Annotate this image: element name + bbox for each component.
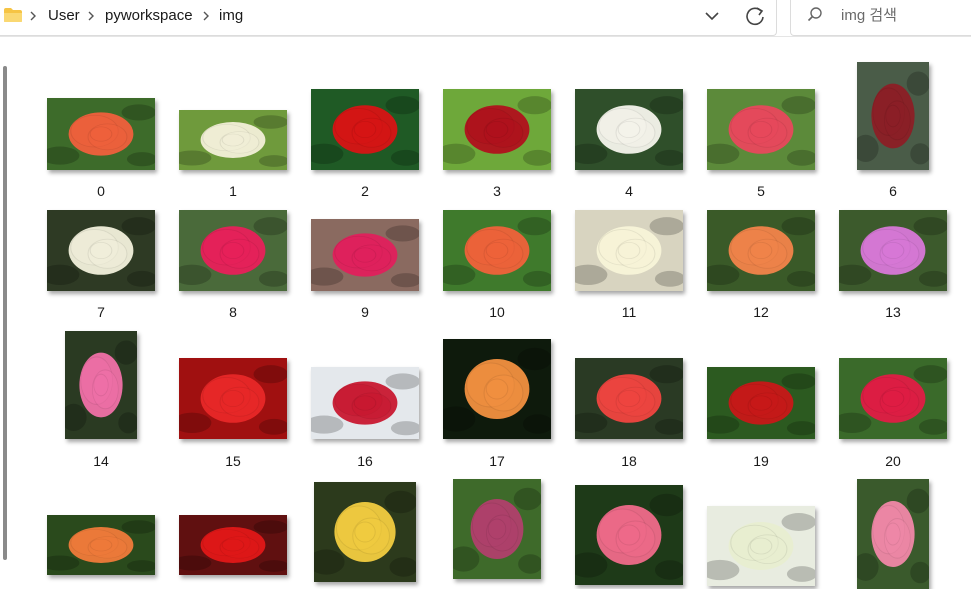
file-name-label: 13 [885,304,901,320]
rose-photo [857,479,929,589]
image-thumbnail[interactable] [575,210,683,291]
file-name-label: 18 [621,453,637,469]
file-name-label: 14 [93,453,109,469]
image-thumbnail[interactable] [47,210,155,291]
rose-photo [179,210,287,291]
rose-photo [311,89,419,170]
image-thumbnail[interactable] [179,358,287,439]
file-name-label: 5 [757,183,765,199]
file-name-label: 4 [625,183,633,199]
rose-photo [65,331,137,439]
rose-photo [707,367,815,439]
image-thumbnail[interactable] [311,89,419,170]
image-thumbnail[interactable] [839,358,947,439]
rose-photo [839,358,947,439]
rose-photo [47,210,155,291]
image-thumbnail[interactable] [453,479,541,579]
chevron-down-icon[interactable] [700,3,724,29]
rose-photo [311,219,419,291]
rose-photo [453,479,541,579]
rose-photo [179,110,287,170]
file-name-label: 2 [361,183,369,199]
image-thumbnail[interactable] [857,479,929,589]
image-thumbnail[interactable] [47,515,155,575]
chevron-right-icon[interactable] [85,7,97,25]
file-name-label: 1 [229,183,237,199]
file-name-label: 9 [361,304,369,320]
rose-photo [707,506,815,586]
breadcrumb-user[interactable]: User [48,6,80,26]
rose-photo [839,210,947,291]
image-thumbnail[interactable] [443,89,551,170]
image-thumbnail[interactable] [443,339,551,439]
image-thumbnail[interactable] [575,358,683,439]
address-toolbar: User pyworkspace img img 검색 [0,0,971,37]
image-thumbnail[interactable] [314,482,416,582]
file-name-label: 15 [225,453,241,469]
image-thumbnail[interactable] [575,89,683,170]
file-name-label: 17 [489,453,505,469]
image-thumbnail[interactable] [857,62,929,170]
image-thumbnail[interactable] [707,210,815,291]
rose-photo [575,485,683,585]
breadcrumb-img[interactable]: img [219,6,243,26]
file-name-label: 7 [97,304,105,320]
folder-icon [3,7,23,23]
image-thumbnail[interactable] [707,89,815,170]
rose-photo [314,482,416,582]
image-thumbnail[interactable] [575,485,683,585]
rose-photo [575,210,683,291]
search-input[interactable]: img 검색 [841,6,897,26]
image-thumbnail[interactable] [443,210,551,291]
file-name-label: 6 [889,183,897,199]
file-name-label: 8 [229,304,237,320]
image-thumbnail[interactable] [179,110,287,170]
file-name-label: 0 [97,183,105,199]
search-icon [807,6,823,24]
file-name-label: 10 [489,304,505,320]
rose-photo [443,339,551,439]
rose-photo [575,89,683,170]
image-thumbnail[interactable] [47,98,155,170]
image-thumbnail[interactable] [65,331,137,439]
rose-photo [443,89,551,170]
rose-photo [47,515,155,575]
file-name-label: 16 [357,453,373,469]
rose-photo [707,210,815,291]
file-name-label: 3 [493,183,501,199]
image-thumbnail[interactable] [707,367,815,439]
rose-photo [707,89,815,170]
rose-photo [179,358,287,439]
file-grid: 0123456789101112131415161718192021222324… [0,36,971,589]
chevron-right-icon[interactable] [200,7,212,25]
chevron-right-icon[interactable] [27,7,39,25]
image-thumbnail[interactable] [707,506,815,586]
file-name-label: 12 [753,304,769,320]
search-box[interactable]: img 검색 [790,0,971,36]
image-thumbnail[interactable] [311,367,419,439]
rose-photo [443,210,551,291]
refresh-icon[interactable] [742,2,768,30]
image-thumbnail[interactable] [839,210,947,291]
file-name-label: 11 [621,304,637,320]
rose-photo [47,98,155,170]
rose-photo [179,515,287,575]
rose-photo [311,367,419,439]
rose-photo [575,358,683,439]
file-name-label: 20 [885,453,901,469]
image-thumbnail[interactable] [179,515,287,575]
rose-photo [857,62,929,170]
address-bar[interactable]: User pyworkspace img [0,0,777,36]
file-name-label: 19 [753,453,769,469]
image-thumbnail[interactable] [179,210,287,291]
breadcrumb-pyworkspace[interactable]: pyworkspace [105,6,193,26]
image-thumbnail[interactable] [311,219,419,291]
